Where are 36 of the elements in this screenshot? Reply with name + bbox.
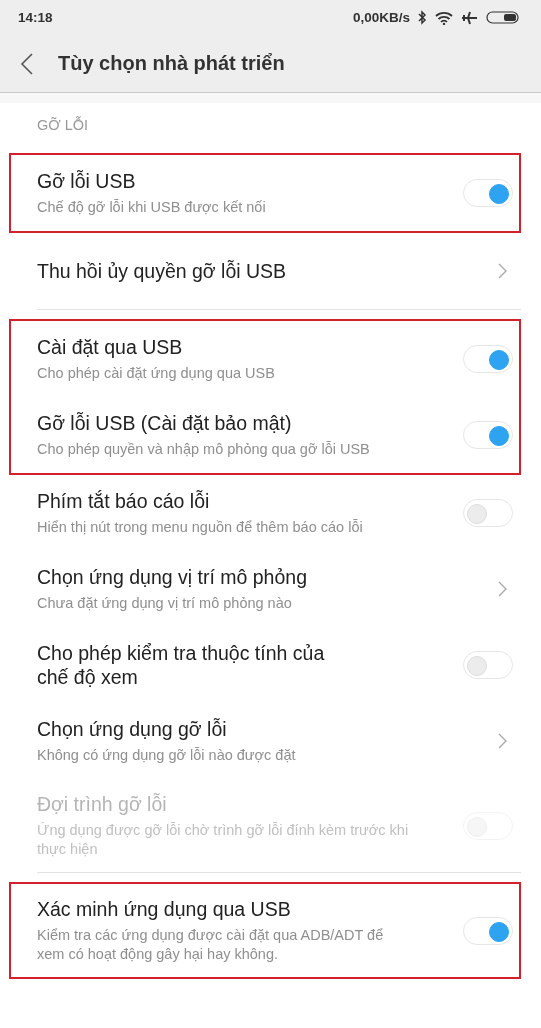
toggle-switch[interactable]: [463, 179, 513, 207]
toggle-switch[interactable]: [463, 499, 513, 527]
setting-description: Chưa đặt ứng dụng vị trí mô phỏng nào: [37, 594, 293, 613]
battery-icon: [486, 11, 519, 24]
chevron-right-icon[interactable]: [498, 733, 507, 749]
setting-title: Chọn ứng dụng vị trí mô phỏng: [37, 565, 308, 589]
setting-title: Thu hồi ủy quyền gỡ lỗi USB: [37, 259, 288, 283]
back-button[interactable]: [20, 52, 34, 75]
toggle-switch[interactable]: [463, 421, 513, 449]
section-header: GỠ LỖI: [37, 117, 89, 133]
setting-title: Cài đặt qua USB: [37, 335, 184, 359]
setting-description: Hiển thị nút trong menu nguồn để thêm báo cáo lỗi: [37, 518, 364, 537]
chevron-right-icon[interactable]: [498, 263, 507, 279]
setting-description: Không có ứng dụng gỡ lỗi nào được đặt: [37, 746, 297, 765]
setting-description: Cho phép cài đặt ứng dụng qua USB: [37, 364, 276, 383]
setting-description: Chế độ gỡ lỗi khi USB được kết nối: [37, 198, 267, 217]
setting-description: Cho phép quyền và nhập mô phỏng qua gỡ lỗi USB: [37, 440, 371, 459]
setting-title: Phím tắt báo cáo lỗi: [37, 489, 211, 513]
chevron-right-icon[interactable]: [498, 581, 507, 597]
setting-title: Cho phép kiểm tra thuộc tính của chế độ xem: [37, 641, 326, 689]
airplane-icon: [461, 10, 478, 25]
setting-title: Đợi trình gỡ lỗi: [37, 792, 168, 816]
setting-title: Gỡ lỗi USB: [37, 169, 137, 193]
toggle-switch[interactable]: [463, 345, 513, 373]
screen-title: Tùy chọn nhà phát triển: [58, 52, 285, 75]
setting-description: Ứng dụng được gỡ lỗi chờ trình gỡ lỗi đính kèm trước khi thực hiện: [37, 821, 410, 859]
setting-title: Chọn ứng dụng gỡ lỗi: [37, 717, 228, 741]
toggle-switch[interactable]: [463, 651, 513, 679]
toggle-switch[interactable]: [463, 916, 513, 945]
setting-title: Xác minh ứng dụng qua USB: [37, 897, 292, 921]
clock: 14:18: [18, 10, 53, 25]
wifi-icon: [435, 10, 453, 25]
setting-title: Gỡ lỗi USB (Cài đặt bảo mật): [37, 411, 293, 435]
bluetooth-icon: [418, 10, 427, 25]
setting-description: Kiểm tra các ứng dụng được cài đặt qua ADB/ADT để xem có hoạt động gây hại hay không.: [37, 926, 385, 964]
network-speed: 0,00KB/s: [352, 10, 410, 25]
